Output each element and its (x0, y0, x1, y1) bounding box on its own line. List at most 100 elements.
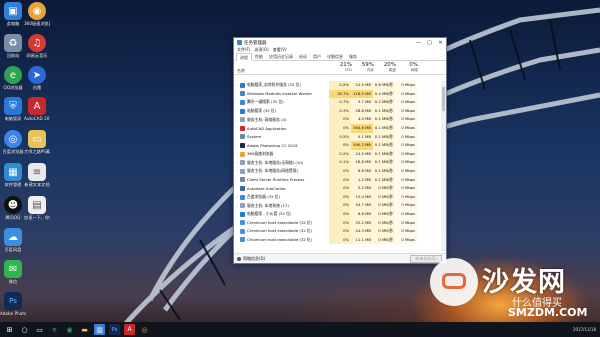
desktop-icon-pc-guard[interactable]: ⛨ 电脑管家 (0, 97, 26, 121)
task-view-icon[interactable]: ▭ (34, 324, 45, 335)
process-row[interactable]: Client Server Runtime Process 0% 1.2 MB 0.1… (234, 175, 439, 185)
cpu-cell: 0% (329, 141, 351, 150)
edge-icon[interactable]: e (49, 324, 60, 335)
scrollbar[interactable] (441, 81, 446, 251)
desktop-icon-baidu-browser[interactable]: ◎ 百度浏览器 (0, 130, 26, 154)
desktop-icon-netease-music[interactable]: ♫ 网易云音乐 (24, 34, 50, 58)
search-icon[interactable]: ○ (19, 324, 30, 335)
desktop-icon-thunder[interactable]: ➤ 迅雷 (24, 66, 50, 90)
cpu-cell: 0% (329, 175, 351, 185)
maximize-button[interactable]: □ (424, 40, 435, 46)
desktop-icon-photoshop[interactable]: Ps Adobe Photosh... (0, 292, 26, 316)
process-name: 服务主机: 网络服务 (4) (247, 116, 287, 122)
desktop-icon-ps-folder[interactable]: ▭ 大师之路PS素材 (24, 130, 50, 154)
desktop-icon-new-text-doc[interactable]: ≡ 新建文本文档 (24, 163, 50, 187)
recycle-bin-icon: ♻ (4, 34, 22, 52)
network-label: 网络 (410, 68, 418, 72)
process-row[interactable]: › 360极速浏览器 0.2% 24.5 MB 0.1 MB/秒 0 Mbps (234, 149, 439, 159)
process-name-cell: › 腾讯一键搜索 (32 位) (234, 99, 329, 105)
disk-cell: 0.4 MB/秒 (373, 89, 395, 99)
photoshop-icon[interactable]: Ps (109, 324, 120, 335)
fewer-details-link[interactable]: 简略信息(D) (237, 256, 265, 262)
tab-processes[interactable]: 进程 (236, 53, 252, 61)
process-row[interactable]: › 服务主机: 本地系统 (17) 0% 54.7 MB 0 MB/秒 0 Mbps (234, 201, 439, 210)
process-icon (240, 91, 245, 97)
process-row[interactable]: Chromium host executable (32 位) 0% 25.2 MB… (234, 218, 439, 228)
minimize-button[interactable]: — (413, 40, 424, 46)
process-name: 服务主机: 本地系统 (17) (247, 202, 289, 208)
process-row[interactable]: › 腾讯一键搜索 (32 位) 0.7% 3.7 MB 0.2 MB/秒 0 Mbps (234, 98, 439, 107)
explorer-icon[interactable]: ▬ (79, 324, 90, 335)
column-cpu[interactable]: 21% CPU (332, 61, 354, 74)
process-row[interactable]: › 百度浏览器 (32 位) 0% 15.0 MB 0 MB/秒 0 Mbps (234, 192, 439, 202)
process-name: 电脑管家 (32 位) (247, 108, 277, 114)
baidu-disk-icon: ☁ (4, 228, 22, 246)
tab-startup[interactable]: 启动 (296, 53, 310, 60)
process-row[interactable]: › 电脑管家 (32 位) 0.3% 28.8 MB 0.1 MB/秒 0 Mbps (234, 106, 439, 116)
tab-users[interactable]: 用户 (310, 53, 324, 60)
network-cell: 0 Mbps (395, 115, 417, 124)
cpu-cell: 0% (329, 227, 351, 236)
close-button[interactable]: ✕ (435, 40, 446, 46)
qq-browser-icon[interactable]: ◉ (64, 324, 75, 335)
desktop-icon-qq-browser[interactable]: e QQ浏览器 (0, 66, 26, 90)
tab-performance[interactable]: 性能 (252, 53, 266, 60)
process-row[interactable]: › 服务主机: 网络服务 (4) 0% 4.9 MB 0.1 MB/秒 0 Mbps (234, 115, 439, 124)
process-icon (240, 125, 245, 131)
taskmgr-icon[interactable]: ▥ (94, 324, 105, 335)
cpu-cell: 0% (329, 184, 351, 193)
process-name: 电脑管家 - 小火箭 (32 位) (247, 211, 292, 217)
network-cell: 0 Mbps (395, 192, 417, 202)
desktop-icon-baidu-disk[interactable]: ☁ 百度网盘 (0, 228, 26, 252)
process-row[interactable]: › 服务主机: 本地服务(无网络) (10) 0.1% 18.8 MB 0.1 MB/秒… (234, 158, 439, 167)
process-row[interactable]: › AutoCAD Application 0% 364.6 MB 0.1 MB/秒 0 … (234, 123, 439, 133)
process-row[interactable]: › Adobe Photoshop CC 2015 0% 590.2 MB 0.1 MB… (234, 141, 439, 150)
column-memory[interactable]: 59% 内存 (354, 61, 376, 74)
desktop-icon-document[interactable]: ▤ 加速一下，你就知道 (24, 196, 50, 220)
network-cell: 0 Mbps (395, 149, 417, 159)
desktop-icon-this-pc[interactable]: ▣ 此电脑 (0, 2, 26, 26)
cpu-cell: 0.2% (329, 81, 351, 90)
disk-cell: 0.1 MB/秒 (373, 115, 395, 124)
network-cell: 0 Mbps (395, 201, 417, 210)
disk-cell: 0.1 MB/秒 (373, 158, 395, 167)
scrollbar-thumb[interactable] (442, 87, 445, 111)
photoshop-icon: Ps (4, 292, 22, 310)
process-name-cell: › 百度浏览器 (32 位) (234, 194, 329, 200)
task-manager-window[interactable]: 任务管理器 — □ ✕ 文件(F) 选项(O) 查看(V) 进程 性能 应用历史… (233, 37, 447, 264)
desktop-icon-360-browser[interactable]: ◉ 360极速浏览器 (24, 2, 50, 26)
desktop-icon-qq[interactable]: ☻ 腾讯QQ (0, 196, 26, 220)
process-name-cell: › 服务主机: 本地服务(网络受限) (234, 168, 329, 174)
process-row[interactable]: Chromium host executable (32 位) 0% 24.3 MB… (234, 227, 439, 236)
process-row[interactable]: Windows Modules Installer Worker 18.7% 116… (234, 89, 439, 99)
process-row[interactable]: Autodesk InfoCenter 0% 5.2 MB 0 MB/秒 0 Mbps (234, 184, 439, 193)
column-name[interactable]: 名称 (234, 61, 332, 74)
process-row[interactable]: System 0.5% 0.1 MB 0.1 MB/秒 0 Mbps (234, 132, 439, 142)
process-name: 360极速浏览器 (247, 151, 274, 157)
autocad-icon[interactable]: A (124, 324, 135, 335)
cpu-cell: 0% (329, 201, 351, 210)
process-name-cell: › 电脑管家_实时防护服务 (32 位) (234, 82, 329, 88)
desktop-icon-software-manager[interactable]: ▦ 软件管理 (0, 163, 26, 187)
cpu-cell: 0% (329, 166, 351, 176)
desktop-icon-wechat[interactable]: ✉ 微信 (0, 260, 26, 284)
process-row[interactable]: 电脑管家 - 小火箭 (32 位) 0% 6.8 MB 0 MB/秒 0 Mbps (234, 209, 439, 219)
process-name-cell: › 服务主机: 网络服务 (4) (234, 117, 329, 123)
tab-app-history[interactable]: 应用历史记录 (266, 53, 296, 60)
process-row[interactable]: Chromium host executable (32 位) 0% 11.1 MB… (234, 235, 439, 245)
title-bar[interactable]: 任务管理器 — □ ✕ (234, 38, 446, 47)
process-row[interactable]: › 电脑管家_实时防护服务 (32 位) 0.2% 24.5 MB 0.6 MB/秒 0 … (234, 81, 439, 90)
desktop-icon-recycle-bin[interactable]: ♻ 回收站 (0, 34, 26, 58)
desktop-icon-autocad[interactable]: A AutoCAD 2016 - 简... (24, 97, 50, 121)
disk-cell: 0.1 MB/秒 (373, 166, 395, 176)
column-disk[interactable]: 20% 磁盘 (376, 61, 398, 74)
360-icon[interactable]: ◎ (139, 324, 150, 335)
tab-details[interactable]: 详细信息 (324, 53, 346, 60)
process-row[interactable]: › 服务主机: 本地服务(网络受限) 0% 6.8 MB 0.1 MB/秒 0 Mbps (234, 166, 439, 176)
column-network[interactable]: 0% 网络 (398, 61, 420, 74)
cpu-cell: 0.1% (329, 158, 351, 167)
browser-360-icon: ◉ (28, 2, 46, 20)
tab-services[interactable]: 服务 (346, 53, 360, 60)
clock[interactable]: 2017/11/18 (573, 327, 596, 332)
start-button[interactable]: ⊞ (4, 324, 15, 335)
